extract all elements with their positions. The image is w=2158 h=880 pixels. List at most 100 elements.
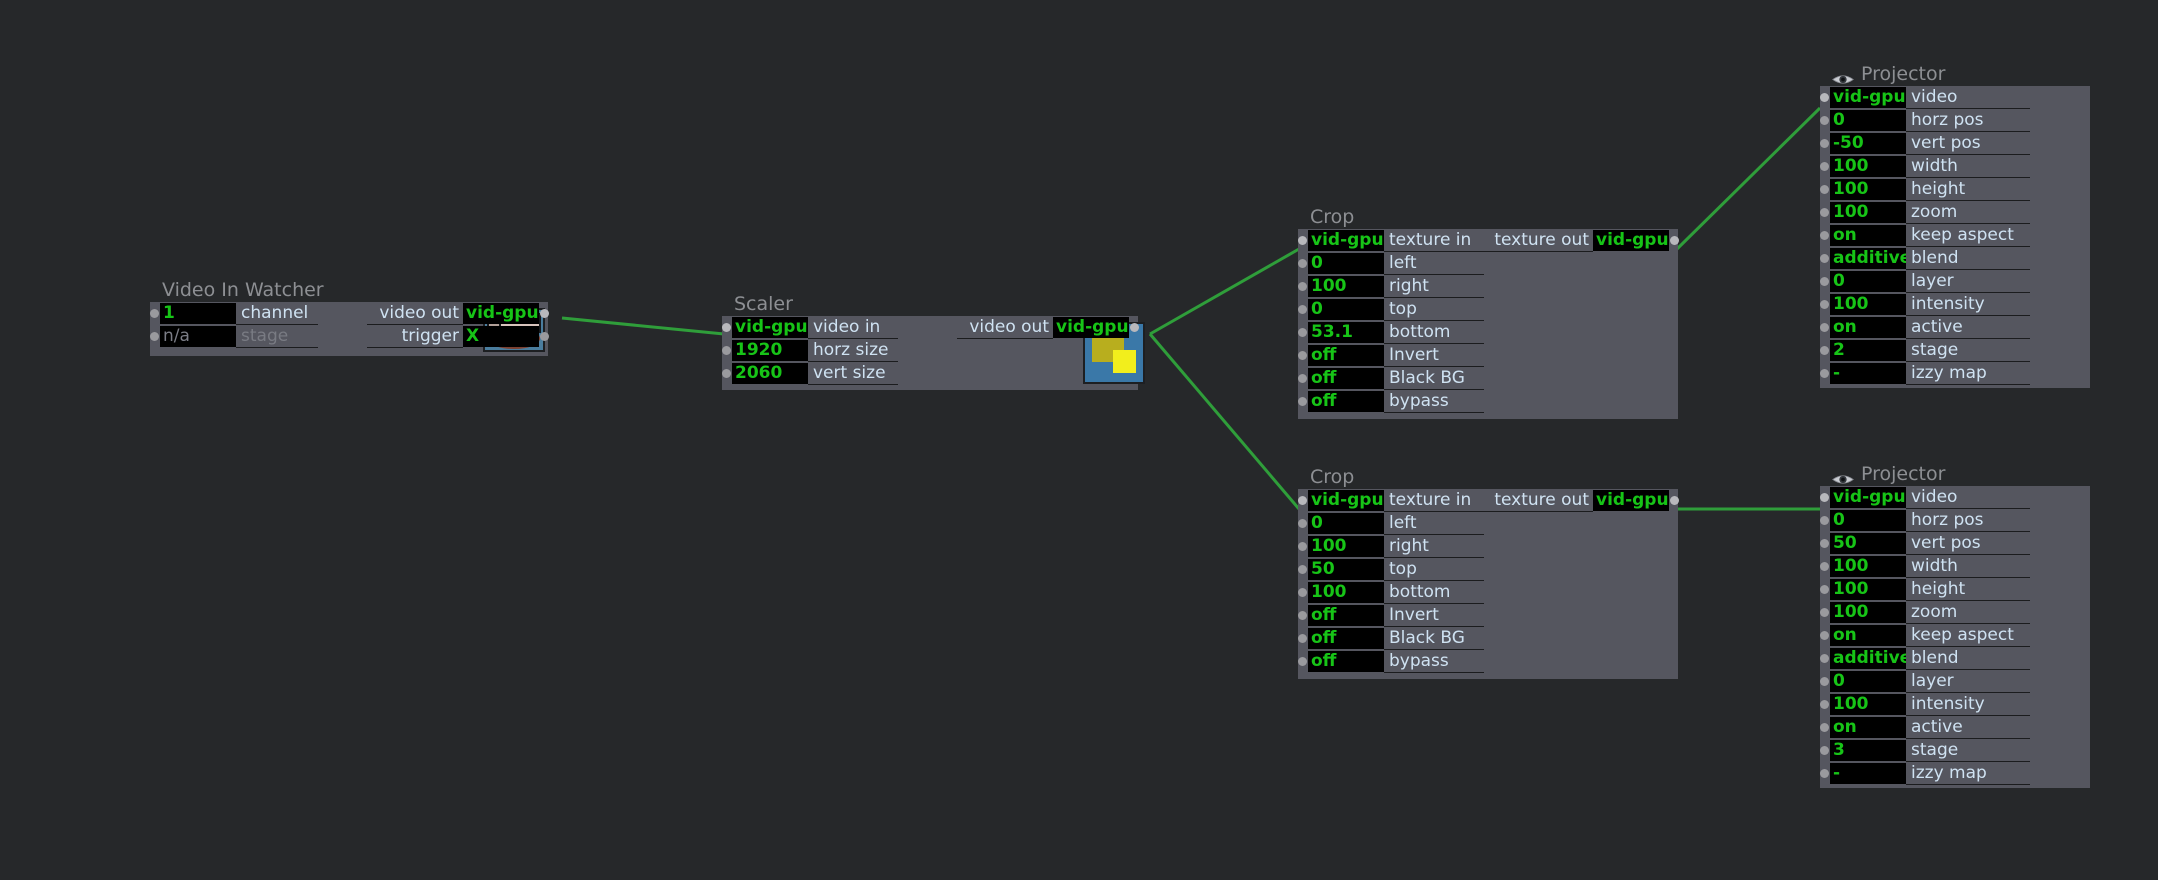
- value-invert[interactable]: off: [1308, 345, 1384, 366]
- port-row-texture-in[interactable]: vid-gpu texture in: [1298, 229, 1484, 252]
- value-right[interactable]: 100: [1308, 536, 1384, 557]
- port-row-height[interactable]: 100 height: [1820, 178, 2030, 201]
- value-izzy-map[interactable]: -: [1830, 363, 1906, 384]
- port-row-horz-size[interactable]: 1920 horz size: [722, 339, 898, 362]
- port-row-stage[interactable]: 3 stage: [1820, 739, 2030, 762]
- value-video[interactable]: vid-gpu: [1830, 87, 1906, 108]
- port-row-keep-aspect[interactable]: on keep aspect: [1820, 224, 2030, 247]
- value-top[interactable]: 50: [1308, 559, 1384, 580]
- socket-izzy-map-icon[interactable]: [1820, 369, 1829, 378]
- value-black-bg[interactable]: off: [1308, 628, 1384, 649]
- value-texture-in[interactable]: vid-gpu: [1308, 230, 1384, 251]
- value-stage[interactable]: 3: [1830, 740, 1906, 761]
- port-row-texture-out[interactable]: texture out vid-gpu: [1477, 489, 1679, 512]
- socket-channel-icon[interactable]: [150, 309, 159, 318]
- port-row-intensity[interactable]: 100 intensity: [1820, 293, 2030, 316]
- value-intensity[interactable]: 100: [1830, 294, 1906, 315]
- socket-blend-icon[interactable]: [1820, 254, 1829, 263]
- node-crop-bottom[interactable]: Crop vid-gpu texture in 0 left 100 right…: [1298, 465, 1679, 679]
- value-active[interactable]: on: [1830, 717, 1906, 738]
- value-height[interactable]: 100: [1830, 179, 1906, 200]
- value-vert-size[interactable]: 2060: [732, 363, 808, 384]
- socket-top-icon[interactable]: [1298, 305, 1307, 314]
- socket-invert-icon[interactable]: [1298, 611, 1307, 620]
- port-row-layer[interactable]: 0 layer: [1820, 670, 2030, 693]
- value-blend[interactable]: additive: [1830, 248, 1906, 269]
- socket-active-icon[interactable]: [1820, 723, 1829, 732]
- port-row-bottom[interactable]: 53.1 bottom: [1298, 321, 1484, 344]
- port-row-video[interactable]: vid-gpu video: [1820, 486, 2030, 509]
- socket-stage-icon[interactable]: [1820, 746, 1829, 755]
- socket-top-icon[interactable]: [1298, 565, 1307, 574]
- socket-horz-pos-icon[interactable]: [1820, 516, 1829, 525]
- socket-intensity-icon[interactable]: [1820, 700, 1829, 709]
- value-height[interactable]: 100: [1830, 579, 1906, 600]
- port-row-width[interactable]: 100 width: [1820, 155, 2030, 178]
- node-crop-top[interactable]: Crop vid-gpu texture in 0 left 100 right…: [1298, 205, 1679, 419]
- value-bypass[interactable]: off: [1308, 651, 1384, 672]
- socket-izzy-map-icon[interactable]: [1820, 769, 1829, 778]
- value-stage[interactable]: 2: [1830, 340, 1906, 361]
- port-row-trigger[interactable]: trigger X: [367, 325, 549, 348]
- socket-video-in-icon[interactable]: [722, 323, 731, 332]
- socket-video-icon[interactable]: [1820, 93, 1829, 102]
- value-invert[interactable]: off: [1308, 605, 1384, 626]
- port-row-top[interactable]: 0 top: [1298, 298, 1484, 321]
- port-row-vert-pos[interactable]: -50 vert pos: [1820, 132, 2030, 155]
- socket-bypass-icon[interactable]: [1298, 657, 1307, 666]
- port-row-width[interactable]: 100 width: [1820, 555, 2030, 578]
- value-black-bg[interactable]: off: [1308, 368, 1384, 389]
- socket-bypass-icon[interactable]: [1298, 397, 1307, 406]
- port-row-right[interactable]: 100 right: [1298, 275, 1484, 298]
- socket-video-out-icon[interactable]: [1130, 323, 1139, 332]
- value-layer[interactable]: 0: [1830, 271, 1906, 292]
- port-row-black-bg[interactable]: off Black BG: [1298, 367, 1484, 390]
- port-row-zoom[interactable]: 100 zoom: [1820, 201, 2030, 224]
- value-izzy-map[interactable]: -: [1830, 763, 1906, 784]
- port-row-texture-in[interactable]: vid-gpu texture in: [1298, 489, 1484, 512]
- socket-zoom-icon[interactable]: [1820, 208, 1829, 217]
- port-row-video[interactable]: vid-gpu video: [1820, 86, 2030, 109]
- value-trigger[interactable]: X: [463, 326, 539, 347]
- port-row-texture-out[interactable]: texture out vid-gpu: [1477, 229, 1679, 252]
- value-vert-pos[interactable]: 50: [1830, 533, 1906, 554]
- value-video-in[interactable]: vid-gpu: [732, 317, 808, 338]
- port-row-channel[interactable]: 1 channel: [150, 302, 318, 325]
- value-video-out[interactable]: vid-gpu: [1053, 317, 1129, 338]
- node-projector-top[interactable]: Projector vid-gpu video 0 horz pos -50 v…: [1820, 62, 2090, 388]
- socket-left-icon[interactable]: [1298, 259, 1307, 268]
- port-row-black-bg[interactable]: off Black BG: [1298, 627, 1484, 650]
- port-row-layer[interactable]: 0 layer: [1820, 270, 2030, 293]
- value-intensity[interactable]: 100: [1830, 694, 1906, 715]
- socket-width-icon[interactable]: [1820, 162, 1829, 171]
- value-bottom[interactable]: 53.1: [1308, 322, 1384, 343]
- node-video-in-watcher[interactable]: Video In Watcher 1 channel n/a stage vid…: [150, 278, 549, 356]
- port-row-blend[interactable]: additive blend: [1820, 247, 2030, 270]
- socket-black-bg-icon[interactable]: [1298, 374, 1307, 383]
- value-layer[interactable]: 0: [1830, 671, 1906, 692]
- value-keep-aspect[interactable]: on: [1830, 625, 1906, 646]
- node-projector-bottom[interactable]: Projector vid-gpu video 0 horz pos 50 ve…: [1820, 462, 2090, 788]
- port-row-invert[interactable]: off Invert: [1298, 604, 1484, 627]
- port-row-video-out[interactable]: video out vid-gpu: [957, 316, 1139, 339]
- value-horz-size[interactable]: 1920: [732, 340, 808, 361]
- port-row-video-out[interactable]: video out vid-gpu: [367, 302, 549, 325]
- value-right[interactable]: 100: [1308, 276, 1384, 297]
- value-zoom[interactable]: 100: [1830, 202, 1906, 223]
- socket-trigger-icon[interactable]: [540, 332, 549, 341]
- socket-left-icon[interactable]: [1298, 519, 1307, 528]
- socket-invert-icon[interactable]: [1298, 351, 1307, 360]
- socket-horz-pos-icon[interactable]: [1820, 116, 1829, 125]
- value-keep-aspect[interactable]: on: [1830, 225, 1906, 246]
- socket-keep-aspect-icon[interactable]: [1820, 231, 1829, 240]
- socket-texture-out-icon[interactable]: [1670, 496, 1679, 505]
- socket-texture-in-icon[interactable]: [1298, 236, 1307, 245]
- port-row-right[interactable]: 100 right: [1298, 535, 1484, 558]
- socket-width-icon[interactable]: [1820, 562, 1829, 571]
- value-video[interactable]: vid-gpu: [1830, 487, 1906, 508]
- value-texture-in[interactable]: vid-gpu: [1308, 490, 1384, 511]
- port-row-video-in[interactable]: vid-gpu video in: [722, 316, 898, 339]
- port-row-horz-pos[interactable]: 0 horz pos: [1820, 109, 2030, 132]
- socket-stage-icon[interactable]: [150, 332, 159, 341]
- value-left[interactable]: 0: [1308, 513, 1384, 534]
